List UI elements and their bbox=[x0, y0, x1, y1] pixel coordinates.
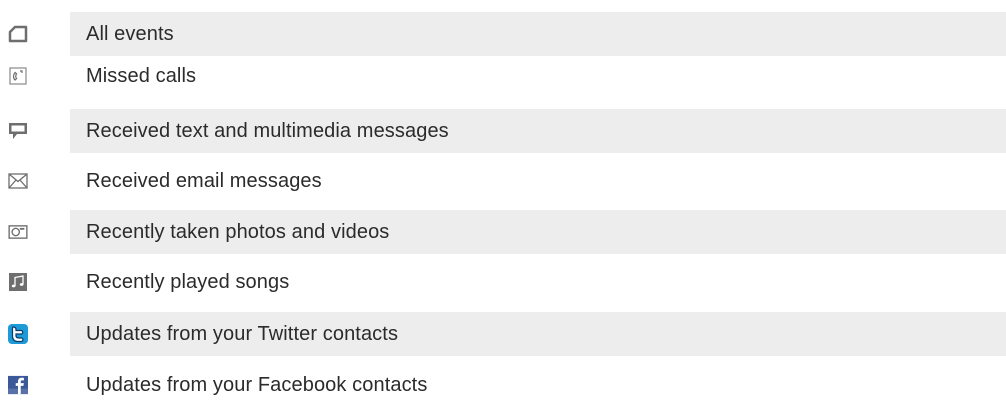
list-item-row-background: Recently taken photos and videos bbox=[70, 210, 1006, 254]
list-item-row-background: Missed calls bbox=[70, 54, 1006, 98]
list-item-label: Updates from your Facebook contacts bbox=[86, 373, 428, 396]
list-item-twitter[interactable]: Updates from your Twitter contacts bbox=[0, 312, 1006, 356]
list-item-label: Received email messages bbox=[86, 169, 322, 192]
list-item-row-background: All events bbox=[70, 12, 1006, 56]
list-item-label: Recently taken photos and videos bbox=[86, 220, 390, 243]
list-item-all-events[interactable]: All events bbox=[0, 12, 1006, 56]
home-icon bbox=[8, 25, 28, 43]
event-filter-list: All events Missed calls Received text an… bbox=[0, 0, 1006, 410]
phone-icon bbox=[8, 67, 28, 85]
facebook-icon bbox=[8, 375, 28, 395]
twitter-icon bbox=[8, 324, 28, 344]
list-item-row-background: Received email messages bbox=[70, 159, 1006, 203]
list-item-songs[interactable]: Recently played songs bbox=[0, 260, 1006, 304]
camera-icon bbox=[8, 223, 28, 241]
list-item-label: Missed calls bbox=[86, 64, 197, 87]
list-item-row-background: Updates from your Twitter contacts bbox=[70, 312, 1006, 356]
message-icon bbox=[8, 122, 28, 140]
list-item-row-background: Recently played songs bbox=[70, 260, 1006, 304]
list-item-label: All events bbox=[86, 22, 174, 45]
list-item-label: Received text and multimedia messages bbox=[86, 119, 449, 142]
music-note-icon bbox=[8, 273, 28, 291]
list-item-row-background: Updates from your Facebook contacts bbox=[70, 363, 1006, 407]
envelope-icon bbox=[8, 172, 28, 190]
list-item-missed-calls[interactable]: Missed calls bbox=[0, 54, 1006, 98]
list-item-label: Updates from your Twitter contacts bbox=[86, 322, 399, 345]
list-item-facebook[interactable]: Updates from your Facebook contacts bbox=[0, 363, 1006, 407]
list-item-messages[interactable]: Received text and multimedia messages bbox=[0, 109, 1006, 153]
list-item-photos-videos[interactable]: Recently taken photos and videos bbox=[0, 210, 1006, 254]
list-item-label: Recently played songs bbox=[86, 270, 290, 293]
list-item-row-background: Received text and multimedia messages bbox=[70, 109, 1006, 153]
list-item-email[interactable]: Received email messages bbox=[0, 159, 1006, 203]
